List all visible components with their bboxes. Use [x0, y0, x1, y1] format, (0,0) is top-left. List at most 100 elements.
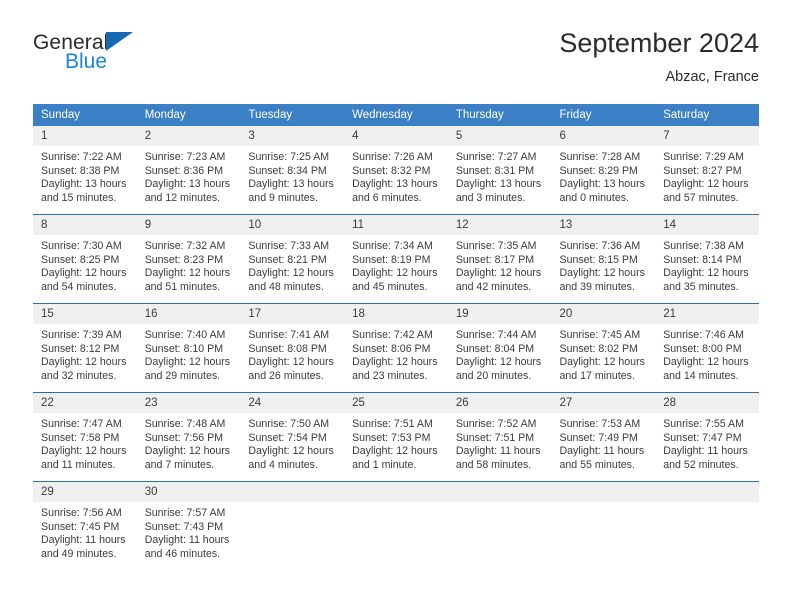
sunset-text: Sunset: 8:31 PM	[455, 164, 535, 177]
calendar-day-cell[interactable]: 23 Sunrise: 7:48 AM Sunset: 7:56 PM Dayligh…	[136, 392, 241, 482]
daylight-text-line2: and 57 minutes.	[663, 191, 739, 204]
daylight-text-line1: Daylight: 12 hours	[144, 356, 231, 369]
sunrise-text: Sunrise: 7:57 AM	[144, 507, 226, 519]
daylight-text-line1: Daylight: 13 hours	[559, 178, 645, 191]
calendar-day-cell[interactable]: 27 Sunrise: 7:53 AM Sunset: 7:49 PM Dayligh…	[551, 392, 656, 482]
calendar-day-cell[interactable]: 22 Sunrise: 7:47 AM Sunset: 7:58 PM Dayligh…	[33, 392, 137, 482]
daylight-text-line2: and 1 minute.	[352, 458, 417, 471]
calendar-day-cell[interactable]: 29 Sunrise: 7:56 AM Sunset: 7:45 PM Dayligh…	[33, 481, 137, 570]
sunrise-text: Sunrise: 7:50 AM	[248, 418, 330, 430]
calendar-day-cell[interactable]: 4 Sunrise: 7:26 AM Sunset: 8:32 PM Daylight…	[344, 126, 448, 215]
calendar-day-cell[interactable]: 16 Sunrise: 7:40 AM Sunset: 8:10 PM Dayligh…	[136, 303, 241, 393]
calendar-day-cell[interactable]: 12 Sunrise: 7:35 AM Sunset: 8:17 PM Dayligh…	[447, 214, 552, 304]
calendar-day-cell[interactable]: 15 Sunrise: 7:39 AM Sunset: 8:12 PM Dayligh…	[33, 303, 137, 393]
daylight-text-line2: and 46 minutes.	[144, 547, 221, 560]
day-number: 5	[447, 126, 552, 146]
calendar-page: General Blue September 2024 Abzac, Franc…	[0, 0, 792, 612]
sunset-text: Sunset: 7:43 PM	[144, 520, 224, 533]
calendar-day-cell[interactable]: 3 Sunrise: 7:25 AM Sunset: 8:34 PM Daylight…	[240, 126, 345, 215]
day-number: 29	[33, 482, 137, 502]
day-number: 18	[344, 304, 448, 324]
day-details	[551, 502, 656, 570]
calendar-week-row: 22 Sunrise: 7:47 AM Sunset: 7:58 PM Dayligh…	[33, 392, 759, 482]
daylight-text-line2: and 17 minutes.	[559, 369, 635, 382]
daylight-text-line2: and 48 minutes.	[248, 280, 324, 293]
day-details: Sunrise: 7:44 AM Sunset: 8:04 PM Daylight:…	[447, 324, 552, 392]
calendar-day-cell[interactable]: 5 Sunrise: 7:27 AM Sunset: 8:31 PM Daylight…	[447, 126, 552, 215]
day-number: 6	[551, 126, 656, 146]
sunrise-text: Sunrise: 7:46 AM	[663, 329, 744, 341]
calendar-day-cell[interactable]: 7 Sunrise: 7:29 AM Sunset: 8:27 PM Daylight…	[655, 126, 759, 215]
daylight-text-line1: Daylight: 11 hours	[41, 534, 126, 547]
day-number	[240, 482, 345, 502]
sunrise-text: Sunrise: 7:41 AM	[248, 329, 330, 341]
sunset-text: Sunset: 7:53 PM	[352, 431, 431, 444]
general-blue-logo[interactable]: General Blue	[33, 32, 233, 88]
calendar-day-cell[interactable]: 9 Sunrise: 7:32 AM Sunset: 8:23 PM Daylight…	[136, 214, 241, 304]
day-details: Sunrise: 7:53 AM Sunset: 7:49 PM Daylight:…	[551, 413, 656, 481]
page-title: September 2024	[559, 28, 759, 58]
sunrise-text: Sunrise: 7:29 AM	[663, 151, 744, 163]
calendar-day-cell[interactable]: 28 Sunrise: 7:55 AM Sunset: 7:47 PM Dayligh…	[655, 392, 759, 482]
sunrise-text: Sunrise: 7:38 AM	[663, 240, 744, 252]
daylight-text-line1: Daylight: 12 hours	[41, 445, 127, 458]
daylight-text-line2: and 26 minutes.	[248, 369, 324, 382]
day-details	[344, 502, 448, 570]
day-details	[655, 502, 759, 570]
calendar-day-cell[interactable]: 8 Sunrise: 7:30 AM Sunset: 8:25 PM Daylight…	[33, 214, 137, 304]
day-number: 24	[240, 393, 345, 413]
month-calendar-table: Sunday Monday Tuesday Wednesday Thursday…	[33, 104, 759, 570]
calendar-day-cell[interactable]: 20 Sunrise: 7:45 AM Sunset: 8:02 PM Dayligh…	[551, 303, 656, 393]
day-details: Sunrise: 7:50 AM Sunset: 7:54 PM Daylight:…	[240, 413, 345, 481]
calendar-cell-empty	[344, 481, 448, 570]
calendar-day-cell[interactable]: 21 Sunrise: 7:46 AM Sunset: 8:00 PM Dayligh…	[655, 303, 759, 393]
daylight-text-line2: and 15 minutes.	[41, 191, 117, 204]
day-number: 2	[136, 126, 241, 146]
day-details: Sunrise: 7:33 AM Sunset: 8:21 PM Daylight:…	[240, 235, 345, 303]
day-number: 23	[136, 393, 241, 413]
calendar-day-cell[interactable]: 11 Sunrise: 7:34 AM Sunset: 8:19 PM Dayligh…	[344, 214, 448, 304]
daylight-text-line1: Daylight: 12 hours	[41, 267, 127, 280]
calendar-day-cell[interactable]: 25 Sunrise: 7:51 AM Sunset: 7:53 PM Dayligh…	[344, 392, 448, 482]
day-number: 13	[551, 215, 656, 235]
daylight-text-line2: and 14 minutes.	[663, 369, 739, 382]
day-number: 30	[136, 482, 241, 502]
calendar-day-cell[interactable]: 18 Sunrise: 7:42 AM Sunset: 8:06 PM Dayligh…	[344, 303, 448, 393]
calendar-week-row: 15 Sunrise: 7:39 AM Sunset: 8:12 PM Dayligh…	[33, 303, 759, 393]
calendar-day-cell[interactable]: 26 Sunrise: 7:52 AM Sunset: 7:51 PM Dayligh…	[447, 392, 552, 482]
sunrise-text: Sunrise: 7:53 AM	[559, 418, 641, 430]
day-details: Sunrise: 7:40 AM Sunset: 8:10 PM Daylight:…	[136, 324, 241, 392]
calendar-day-cell[interactable]: 30 Sunrise: 7:57 AM Sunset: 7:43 PM Dayligh…	[136, 481, 241, 570]
day-details: Sunrise: 7:36 AM Sunset: 8:15 PM Daylight:…	[551, 235, 656, 303]
daylight-text-line2: and 49 minutes.	[41, 547, 117, 560]
sunrise-text: Sunrise: 7:25 AM	[248, 151, 330, 163]
calendar-day-cell[interactable]: 13 Sunrise: 7:36 AM Sunset: 8:15 PM Dayligh…	[551, 214, 656, 304]
daylight-text-line2: and 45 minutes.	[352, 280, 428, 293]
calendar-day-cell[interactable]: 1 Sunrise: 7:22 AM Sunset: 8:38 PM Daylight…	[33, 126, 137, 215]
sunset-text: Sunset: 8:06 PM	[352, 342, 431, 355]
calendar-day-cell[interactable]: 19 Sunrise: 7:44 AM Sunset: 8:04 PM Dayligh…	[447, 303, 552, 393]
day-details	[240, 502, 345, 570]
day-details	[447, 502, 552, 570]
weekday-header-sunday: Sunday	[33, 104, 137, 126]
sunrise-text: Sunrise: 7:51 AM	[352, 418, 433, 430]
calendar-day-cell[interactable]: 2 Sunrise: 7:23 AM Sunset: 8:36 PM Daylight…	[136, 126, 241, 215]
calendar-day-cell[interactable]: 6 Sunrise: 7:28 AM Sunset: 8:29 PM Daylight…	[551, 126, 656, 215]
sunrise-text: Sunrise: 7:39 AM	[41, 329, 122, 341]
day-number: 27	[551, 393, 656, 413]
day-number: 28	[655, 393, 759, 413]
weekday-header-saturday: Saturday	[655, 104, 759, 126]
logo-text-blue: Blue	[65, 50, 108, 73]
daylight-text-line2: and 42 minutes.	[455, 280, 532, 293]
daylight-text-line1: Daylight: 13 hours	[144, 178, 231, 191]
calendar-day-cell[interactable]: 24 Sunrise: 7:50 AM Sunset: 7:54 PM Dayligh…	[240, 392, 345, 482]
calendar-cell-empty	[447, 481, 552, 570]
calendar-day-cell[interactable]: 14 Sunrise: 7:38 AM Sunset: 8:14 PM Dayligh…	[655, 214, 759, 304]
daylight-text-line1: Daylight: 13 hours	[248, 178, 334, 191]
calendar-day-cell[interactable]: 10 Sunrise: 7:33 AM Sunset: 8:21 PM Dayligh…	[240, 214, 345, 304]
daylight-text-line1: Daylight: 11 hours	[559, 445, 645, 458]
day-number: 16	[136, 304, 241, 324]
calendar-header-row: Sunday Monday Tuesday Wednesday Thursday…	[33, 104, 759, 126]
calendar-day-cell[interactable]: 17 Sunrise: 7:41 AM Sunset: 8:08 PM Dayligh…	[240, 303, 345, 393]
sunrise-text: Sunrise: 7:35 AM	[455, 240, 537, 252]
